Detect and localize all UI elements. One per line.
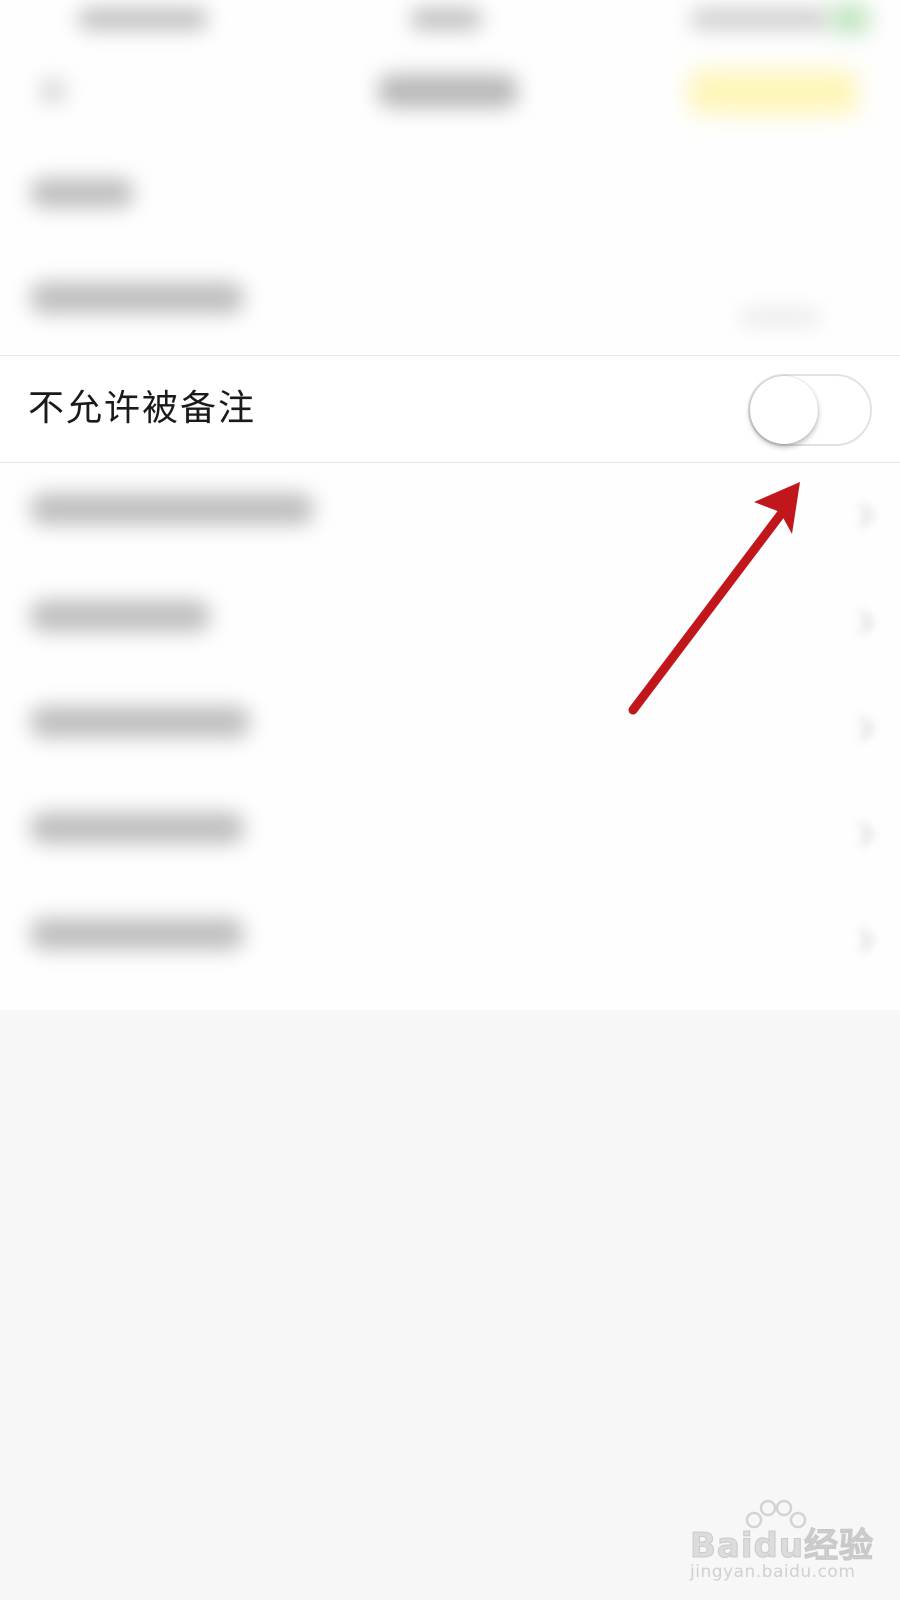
- chevron-right-icon: [849, 503, 874, 528]
- status-bar: [0, 0, 900, 44]
- list-item-label-blur: [30, 282, 244, 314]
- back-arrow-icon[interactable]: [40, 78, 66, 104]
- list-item-value-blur: [740, 310, 820, 324]
- battery-icon: [830, 6, 870, 32]
- setting-row-disallow-remark: 不允许被备注: [0, 355, 900, 463]
- list-item[interactable]: [0, 246, 900, 354]
- setting-label: 不允许被备注: [28, 388, 257, 429]
- list-item-label-blur: [30, 178, 134, 208]
- watermark-url: jingyan.baidu.com: [690, 1562, 856, 1582]
- list-item-label-blur: [30, 812, 244, 844]
- list-item[interactable]: [0, 140, 900, 248]
- list-item-label-blur: [30, 600, 210, 632]
- nav-title-blur: [378, 74, 518, 108]
- disallow-remark-toggle[interactable]: [748, 374, 872, 446]
- list-item[interactable]: [0, 676, 900, 784]
- chevron-right-icon: [849, 928, 874, 953]
- list-item[interactable]: [0, 888, 900, 996]
- list-item-label-blur: [30, 918, 244, 950]
- settings-list-blurred: [0, 0, 900, 1010]
- chevron-right-icon: [849, 822, 874, 847]
- phone-screen: 不允许被备注 Baidu经验 jingyan.baidu.com: [0, 0, 900, 1600]
- list-item[interactable]: [0, 570, 900, 678]
- list-item[interactable]: [0, 782, 900, 890]
- baidu-jingyan-watermark: Baidu经验 jingyan.baidu.com: [684, 1499, 884, 1590]
- list-item[interactable]: [0, 463, 900, 571]
- toggle-knob: [750, 376, 818, 444]
- list-item-label-blur: [30, 493, 314, 525]
- status-icons-blur: [690, 8, 830, 30]
- nav-bar: [0, 44, 900, 144]
- nav-action-blur[interactable]: [688, 70, 858, 114]
- carrier-blur: [78, 8, 208, 30]
- chevron-right-icon: [849, 716, 874, 741]
- chevron-right-icon: [849, 610, 874, 635]
- watermark-brand: Baidu经验: [689, 1526, 875, 1567]
- time-blur: [410, 8, 482, 30]
- list-item-label-blur: [30, 706, 250, 738]
